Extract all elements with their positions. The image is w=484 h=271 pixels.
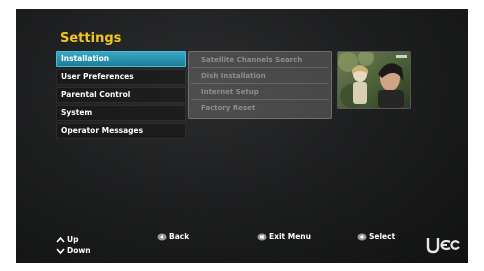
exit-menu-label: Exit Menu <box>269 232 311 241</box>
back-button-icon <box>157 233 167 241</box>
chevron-up-icon <box>56 237 65 243</box>
ok-button-icon <box>357 233 367 241</box>
exit-menu-hint[interactable]: Exit Menu <box>257 232 311 241</box>
select-label: Select <box>369 232 396 241</box>
submenu-item-internet-setup[interactable]: Internet Setup <box>191 85 329 100</box>
tv-preview-image <box>338 52 410 108</box>
tv-screen: Settings Installation User Preferences P… <box>16 9 468 263</box>
select-hint[interactable]: Select <box>357 232 395 241</box>
live-tv-preview <box>337 51 411 109</box>
settings-menu: Installation User Preferences Parental C… <box>56 51 186 141</box>
back-label: Back <box>169 232 190 241</box>
up-label: Up <box>67 235 79 244</box>
page-title: Settings <box>60 31 122 46</box>
down-label: Down <box>67 246 91 255</box>
chevron-down-icon <box>56 248 65 254</box>
exit-button-icon <box>257 233 267 241</box>
back-hint[interactable]: Back <box>157 232 189 241</box>
submenu-item-satellite-search[interactable]: Satellite Channels Search <box>191 53 329 68</box>
uec-logo <box>426 238 460 254</box>
menu-item-installation[interactable]: Installation <box>56 51 186 67</box>
down-hint: Down <box>56 246 91 255</box>
menu-item-system[interactable]: System <box>56 105 186 121</box>
submenu-item-factory-reset[interactable]: Factory Reset <box>191 101 329 115</box>
menu-item-user-preferences[interactable]: User Preferences <box>56 69 186 85</box>
menu-item-parental-control[interactable]: Parental Control <box>56 87 186 103</box>
submenu-item-dish-installation[interactable]: Dish Installation <box>191 69 329 84</box>
up-hint: Up <box>56 235 78 244</box>
menu-item-operator-messages[interactable]: Operator Messages <box>56 123 186 139</box>
installation-submenu: Satellite Channels Search Dish Installat… <box>188 51 332 119</box>
